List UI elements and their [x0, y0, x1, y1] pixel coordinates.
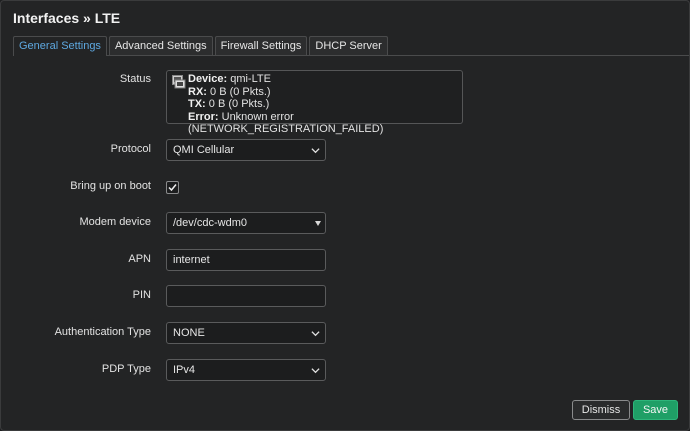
tab-bar: General Settings Advanced Settings Firew…	[13, 36, 689, 56]
tab-advanced-settings[interactable]: Advanced Settings	[108, 36, 213, 55]
protocol-label: Protocol	[110, 143, 151, 155]
auth-value: NONE	[173, 327, 205, 339]
save-button[interactable]: Save	[633, 400, 678, 420]
device-value: qmi-LTE	[230, 73, 271, 85]
tab-dhcp-server[interactable]: DHCP Server	[309, 36, 388, 55]
pdp-value: IPv4	[173, 364, 196, 376]
tab-general-settings[interactable]: General Settings	[13, 36, 107, 56]
apn-input[interactable]	[166, 249, 326, 271]
protocol-select[interactable]: QMI Cellular	[166, 139, 326, 161]
dropdown-triangle-icon	[315, 221, 321, 226]
rx-key: RX:	[188, 85, 207, 98]
dialog-title: Interfaces » LTE	[13, 10, 121, 26]
dismiss-button[interactable]: Dismiss	[572, 400, 630, 420]
tx-key: TX:	[188, 98, 206, 110]
chevron-down-icon	[311, 148, 320, 154]
ethernet-port-icon	[172, 75, 186, 89]
modem-select[interactable]: /dev/cdc-wdm0	[166, 212, 326, 234]
boot-checkbox[interactable]	[166, 181, 179, 194]
auth-select[interactable]: NONE	[166, 322, 326, 344]
pdp-select[interactable]: IPv4	[166, 359, 326, 381]
chevron-down-icon	[311, 368, 320, 374]
pin-input[interactable]	[166, 285, 326, 307]
status-box: Device: qmi-LTE RX: 0 B (0 Pkts.) TX: 0 …	[166, 70, 463, 135]
boot-label: Bring up on boot	[70, 180, 151, 192]
auth-label: Authentication Type	[54, 326, 151, 338]
status-label: Status	[119, 73, 151, 85]
protocol-value: QMI Cellular	[173, 144, 235, 156]
apn-label: APN	[128, 253, 151, 265]
error-key: Error:	[188, 110, 219, 123]
device-key: Device:	[188, 73, 228, 85]
modem-label: Modem device	[79, 216, 151, 228]
checkmark-icon	[168, 184, 177, 192]
status-details: Device: qmi-LTE RX: 0 B (0 Pkts.) TX: 0 …	[188, 73, 462, 136]
tab-firewall-settings[interactable]: Firewall Settings	[214, 36, 308, 55]
modem-value: /dev/cdc-wdm0	[173, 217, 247, 229]
tx-value: 0 B (0 Pkts.)	[208, 98, 270, 110]
chevron-down-icon	[311, 331, 320, 337]
interface-dialog: Interfaces » LTE General Settings Advanc…	[0, 0, 690, 431]
rx-value: 0 B (0 Pkts.)	[210, 85, 271, 98]
pdp-label: PDP Type	[101, 363, 151, 375]
pin-label: PIN	[132, 289, 151, 301]
